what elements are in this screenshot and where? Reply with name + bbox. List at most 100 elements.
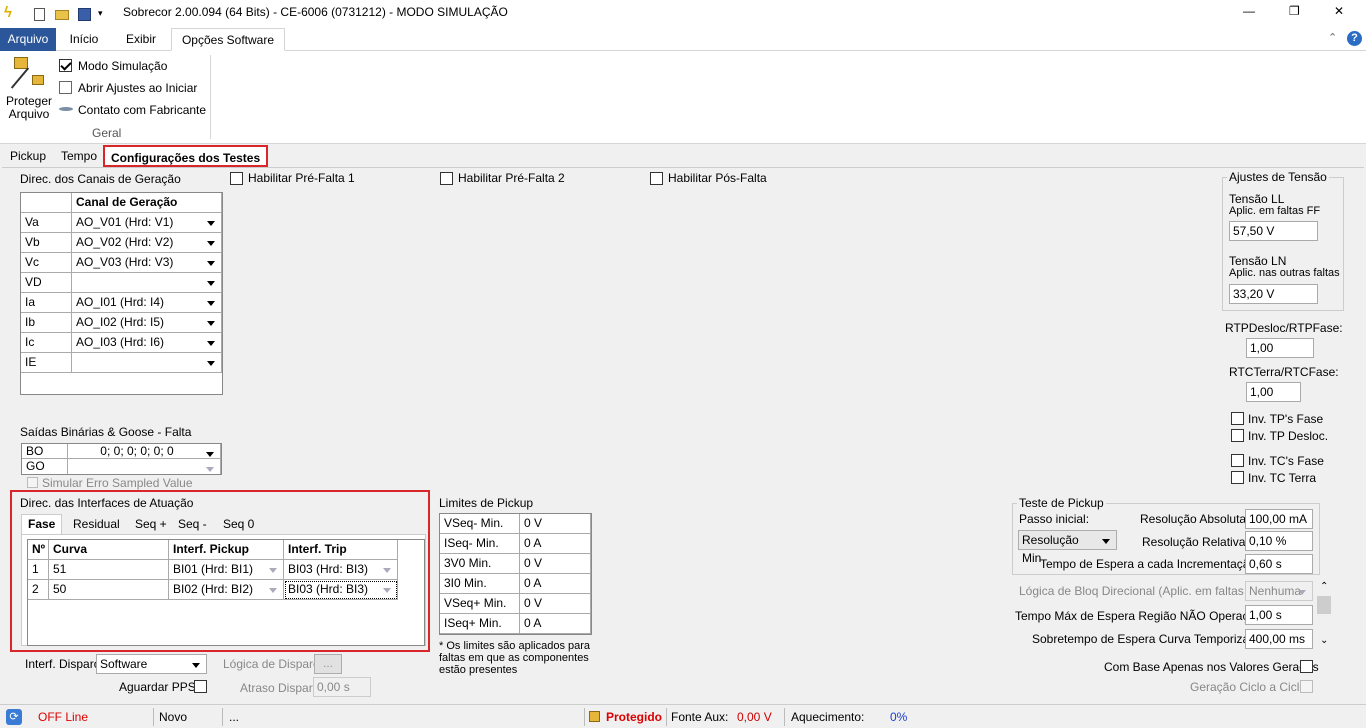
rtp-input[interactable]: 1,00 xyxy=(1246,338,1314,358)
inv-tc-fase-checkbox[interactable] xyxy=(1231,454,1244,467)
status-divider xyxy=(784,708,785,726)
sync-icon[interactable]: ⟳ xyxy=(6,709,22,725)
ribbon-panel: Proteger Arquivo Modo Simulação Abrir Aj… xyxy=(0,51,1366,144)
simular-erro-checkbox[interactable] xyxy=(27,477,38,488)
status-divider xyxy=(222,708,223,726)
geracao-ciclo-checkbox[interactable] xyxy=(1300,680,1313,693)
interfaces-cell[interactable]: BI01 (Hrd: BI1) xyxy=(169,560,284,580)
tab-configuracoes-testes[interactable]: Configurações dos Testes xyxy=(103,145,269,167)
atraso-disparo-input[interactable]: 0,00 s xyxy=(313,677,371,697)
pre-falta-2-label: Habilitar Pré-Falta 2 xyxy=(458,171,565,185)
tab-inicio[interactable]: Início xyxy=(60,28,108,51)
limite-input[interactable]: 0 V xyxy=(520,594,591,614)
pre-falta-2-checkbox[interactable] xyxy=(440,172,453,185)
aguardar-pps-checkbox[interactable] xyxy=(194,680,207,693)
inv-tp-desloc-checkbox[interactable] xyxy=(1231,429,1244,442)
tensao-ll-input[interactable]: 57,50 V xyxy=(1229,221,1318,241)
contato-fabricante-button[interactable]: Contato com Fabricante xyxy=(78,103,206,117)
inv-tc-terra-checkbox[interactable] xyxy=(1231,471,1244,484)
tab-pickup[interactable]: Pickup xyxy=(4,147,52,167)
save-icon[interactable] xyxy=(78,8,91,21)
tab-exibir[interactable]: Exibir xyxy=(116,28,166,51)
com-base-checkbox[interactable] xyxy=(1300,660,1313,673)
options-scrollbar[interactable]: ⌃ ⌄ xyxy=(1316,581,1332,651)
scroll-up-icon[interactable]: ⌃ xyxy=(1320,581,1328,592)
abrir-ajustes-checkbox[interactable] xyxy=(59,81,72,94)
aquecimento-label: Aquecimento: xyxy=(791,710,865,724)
interfaces-cell[interactable]: BI03 (Hrd: BI3) xyxy=(284,580,398,600)
quick-access-chevron-icon[interactable]: ▾ xyxy=(98,8,103,19)
bo-dropdown[interactable]: 0; 0; 0; 0; 0; 0 xyxy=(68,444,221,459)
res-abs-input[interactable]: 100,00 mA xyxy=(1245,509,1313,529)
passo-inicial-select[interactable]: Resolução Min xyxy=(1018,530,1117,565)
limite-input[interactable]: 0 V xyxy=(520,514,591,534)
tab-seq-zero[interactable]: Seq 0 xyxy=(217,515,260,535)
contact-icon xyxy=(59,107,73,111)
canal-row-dropdown[interactable]: AO_I03 (Hrd: I6) xyxy=(72,333,222,353)
tempo-espera-input[interactable]: 0,60 s xyxy=(1245,554,1313,574)
canais-corner-cell xyxy=(21,193,72,213)
canal-row-dropdown[interactable]: AO_V02 (Hrd: V2) xyxy=(72,233,222,253)
rtc-input[interactable]: 1,00 xyxy=(1246,382,1301,402)
logica-disparo-button[interactable]: ... xyxy=(314,654,342,674)
limites-note: * Os limites são aplicados para faltas e… xyxy=(439,640,591,676)
pre-falta-1-checkbox[interactable] xyxy=(230,172,243,185)
minimize-button[interactable]: — xyxy=(1243,4,1255,18)
tab-tempo[interactable]: Tempo xyxy=(55,147,103,167)
pos-falta-checkbox[interactable] xyxy=(650,172,663,185)
atraso-disparo-label: Atraso Disparo xyxy=(240,681,320,695)
canal-row-dropdown[interactable]: AO_V01 (Hrd: V1) xyxy=(72,213,222,233)
canal-row-dropdown[interactable]: AO_V03 (Hrd: V3) xyxy=(72,253,222,273)
canal-row-dropdown[interactable]: AO_I02 (Hrd: I5) xyxy=(72,313,222,333)
interfaces-cell[interactable]: BI02 (Hrd: BI2) xyxy=(169,580,284,600)
canal-row-dropdown[interactable] xyxy=(72,353,222,373)
tab-arquivo[interactable]: Arquivo xyxy=(0,28,56,51)
sobretempo-label: Sobretempo de Espera Curva Temporizada: xyxy=(1032,632,1266,646)
interfaces-cell: 1 xyxy=(28,560,49,580)
tab-seq-pos[interactable]: Seq + xyxy=(129,515,173,535)
res-rel-input[interactable]: 0,10 % xyxy=(1245,531,1313,551)
open-folder-icon[interactable] xyxy=(55,10,69,20)
scroll-thumb[interactable] xyxy=(1317,596,1331,614)
bloq-direcional-label: Lógica de Bloq Direcional (Aplic. em fal… xyxy=(1019,584,1270,598)
inv-tp-fase-label: Inv. TP's Fase xyxy=(1248,412,1324,426)
limite-label: ISeq- Min. xyxy=(440,534,520,554)
canal-row-label: Vc xyxy=(21,253,72,273)
title-bar: ϟ ▾ Sobrecor 2.00.094 (64 Bits) - CE-600… xyxy=(0,0,1366,28)
canal-row-dropdown[interactable]: AO_I01 (Hrd: I4) xyxy=(72,293,222,313)
protect-file-button[interactable]: Proteger Arquivo xyxy=(4,55,54,121)
interfaces-cell[interactable]: BI03 (Hrd: BI3) xyxy=(284,560,398,580)
tab-opcoes-software[interactable]: Opções Software xyxy=(171,28,285,51)
collapse-ribbon-icon[interactable]: ⌃ xyxy=(1328,31,1337,44)
interfaces-cell: 51 xyxy=(49,560,169,580)
scroll-down-icon[interactable]: ⌄ xyxy=(1320,635,1328,646)
tab-residual[interactable]: Residual xyxy=(67,515,126,535)
tab-fase[interactable]: Fase xyxy=(21,514,63,535)
new-file-icon[interactable] xyxy=(34,8,45,21)
tensao-ln-sub: Aplic. nas outras faltas xyxy=(1229,267,1340,279)
limite-input[interactable]: 0 A xyxy=(520,614,591,634)
sobretempo-input[interactable]: 400,00 ms xyxy=(1245,629,1313,649)
go-dropdown[interactable] xyxy=(68,459,221,474)
tensao-ln-input[interactable]: 33,20 V xyxy=(1229,284,1318,304)
tensao-ll-sub: Aplic. em faltas FF xyxy=(1229,205,1321,217)
logica-disparo-label: Lógica de Disparo xyxy=(223,657,320,671)
limite-label: ISeq+ Min. xyxy=(440,614,520,634)
close-button[interactable]: ✕ xyxy=(1334,4,1344,18)
limite-label: 3V0 Min. xyxy=(440,554,520,574)
help-icon[interactable]: ? xyxy=(1347,31,1362,46)
status-divider xyxy=(666,708,667,726)
inv-tp-fase-checkbox[interactable] xyxy=(1231,412,1244,425)
canal-row-label: Ib xyxy=(21,313,72,333)
modo-simulacao-checkbox[interactable] xyxy=(59,59,72,72)
limite-input[interactable]: 0 V xyxy=(520,554,591,574)
interf-disparo-select[interactable]: Software xyxy=(96,654,207,674)
interfaces-header: Curva xyxy=(49,540,169,560)
limite-input[interactable]: 0 A xyxy=(520,534,591,554)
restore-button[interactable]: ❐ xyxy=(1289,4,1300,18)
tempo-max-input[interactable]: 1,00 s xyxy=(1245,605,1313,625)
bloq-direcional-select[interactable]: Nenhuma xyxy=(1245,581,1313,601)
canal-row-dropdown[interactable] xyxy=(72,273,222,293)
limite-input[interactable]: 0 A xyxy=(520,574,591,594)
tab-seq-neg[interactable]: Seq - xyxy=(172,515,213,535)
